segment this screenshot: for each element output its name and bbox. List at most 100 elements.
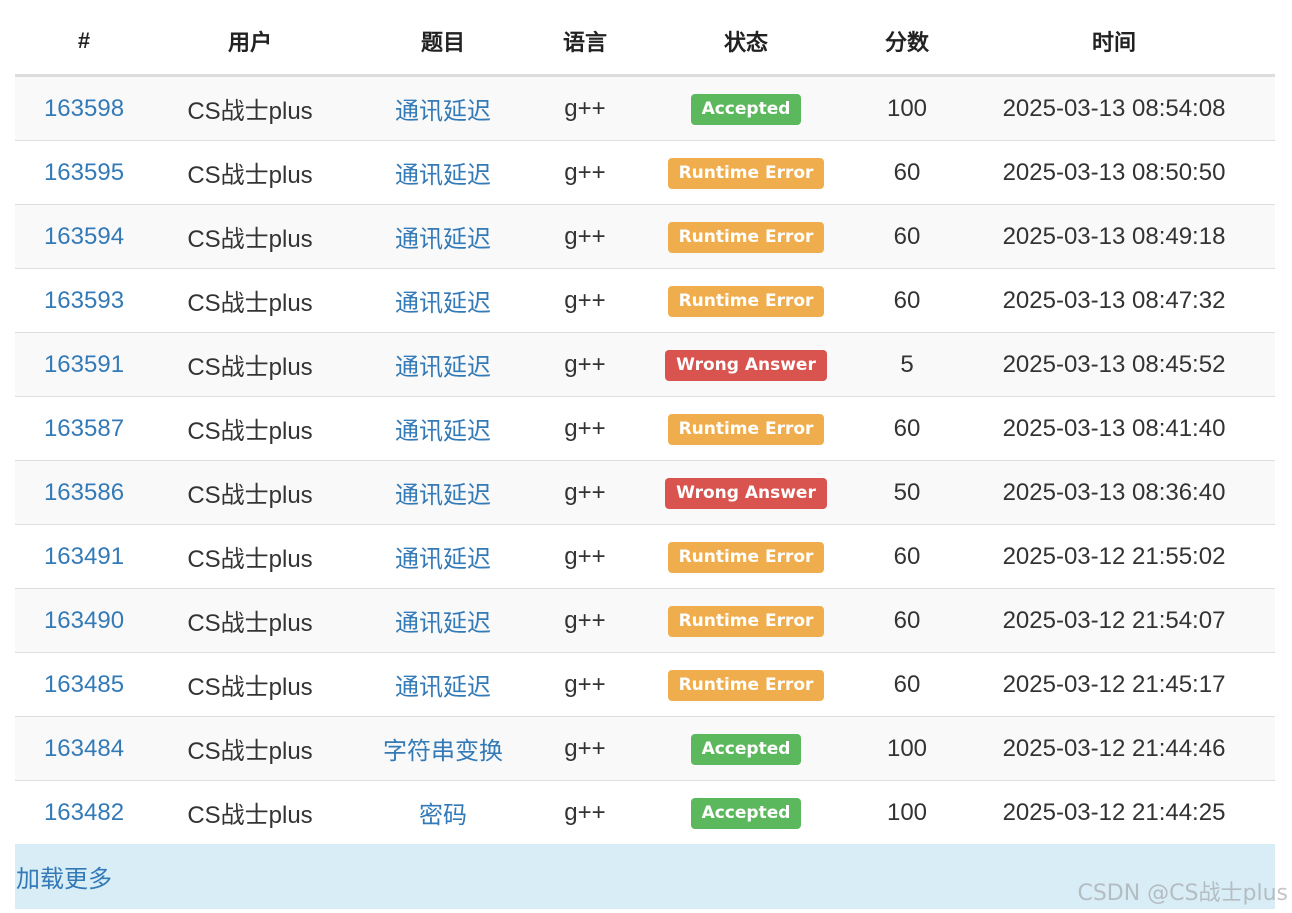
submission-id-link[interactable]: 163591 <box>44 351 124 378</box>
user-cell: CS战士plus <box>187 162 313 189</box>
problem-link[interactable]: 通讯延迟 <box>395 610 491 637</box>
user-cell: CS战士plus <box>187 802 313 829</box>
score-cell: 60 <box>893 414 921 442</box>
submission-id-link[interactable]: 163485 <box>44 671 124 698</box>
problem-link[interactable]: 密码 <box>419 802 467 829</box>
score-cell: 60 <box>893 158 921 186</box>
score-cell: 100 <box>886 94 928 122</box>
table-row: 163598 CS战士plus 通讯延迟 g++ Accepted 100 2025-03-… <box>15 75 1275 141</box>
user-cell: CS战士plus <box>187 226 313 253</box>
submission-id-link[interactable]: 163598 <box>44 95 124 122</box>
time-cell: 2025-03-12 21:44:46 <box>1002 734 1226 762</box>
time-cell: 2025-03-13 08:49:18 <box>1002 222 1226 250</box>
time-cell: 2025-03-12 21:55:02 <box>1002 542 1226 570</box>
col-header-problem: 题目 <box>347 8 539 77</box>
problem-link[interactable]: 通讯延迟 <box>395 418 491 445</box>
score-cell: 60 <box>893 606 921 634</box>
language-cell: g++ <box>564 798 606 826</box>
user-cell: CS战士plus <box>187 354 313 381</box>
problem-link[interactable]: 通讯延迟 <box>395 290 491 317</box>
status-badge: Runtime Error <box>667 605 825 637</box>
time-cell: 2025-03-13 08:50:50 <box>1002 158 1226 186</box>
language-cell: g++ <box>564 158 606 186</box>
status-badge: Accepted <box>690 93 802 125</box>
submissions-table: # 用户 题目 语言 状态 分数 时间 163598 CS战士plus 通讯延迟 g+… <box>15 8 1275 909</box>
table-row: 163587 CS战士plus 通讯延迟 g++ Runtime Error 60 2025… <box>15 396 1275 461</box>
time-cell: 2025-03-13 08:54:08 <box>1002 94 1226 122</box>
time-cell: 2025-03-12 21:54:07 <box>1002 606 1226 634</box>
submission-id-link[interactable]: 163484 <box>44 735 124 762</box>
problem-link[interactable]: 字符串变换 <box>383 738 503 765</box>
table-row: 163586 CS战士plus 通讯延迟 g++ Wrong Answer 50 2025-… <box>15 460 1275 525</box>
problem-link[interactable]: 通讯延迟 <box>395 482 491 509</box>
problem-link[interactable]: 通讯延迟 <box>395 226 491 253</box>
table-row: 163491 CS战士plus 通讯延迟 g++ Runtime Error 60 2025… <box>15 524 1275 589</box>
submission-id-link[interactable]: 163491 <box>44 543 124 570</box>
status-badge: Wrong Answer <box>665 477 827 509</box>
user-cell: CS战士plus <box>187 610 313 637</box>
time-cell: 2025-03-12 21:45:17 <box>1002 670 1226 698</box>
table-row: 163591 CS战士plus 通讯延迟 g++ Wrong Answer 5 2025-0… <box>15 332 1275 397</box>
col-header-id: # <box>15 8 153 77</box>
time-cell: 2025-03-12 21:44:25 <box>1002 798 1226 826</box>
time-cell: 2025-03-13 08:41:40 <box>1002 414 1226 442</box>
user-cell: CS战士plus <box>187 98 313 125</box>
problem-link[interactable]: 通讯延迟 <box>395 98 491 125</box>
submission-id-link[interactable]: 163587 <box>44 415 124 442</box>
status-badge: Accepted <box>690 733 802 765</box>
col-header-language: 语言 <box>539 8 631 77</box>
watermark: CSDN @CS战士plus <box>1077 881 1288 906</box>
user-cell: CS战士plus <box>187 418 313 445</box>
problem-link[interactable]: 通讯延迟 <box>395 162 491 189</box>
score-cell: 100 <box>886 734 928 762</box>
time-cell: 2025-03-13 08:47:32 <box>1002 286 1226 314</box>
user-cell: CS战士plus <box>187 482 313 509</box>
language-cell: g++ <box>564 542 606 570</box>
col-header-user: 用户 <box>153 8 347 77</box>
status-badge: Runtime Error <box>667 285 825 317</box>
score-cell: 60 <box>893 286 921 314</box>
status-badge: Accepted <box>690 797 802 829</box>
score-cell: 50 <box>893 478 921 506</box>
problem-link[interactable]: 通讯延迟 <box>395 546 491 573</box>
col-header-time: 时间 <box>953 8 1275 77</box>
submission-id-link[interactable]: 163594 <box>44 223 124 250</box>
submission-id-link[interactable]: 163490 <box>44 607 124 634</box>
table-header-row: # 用户 题目 语言 状态 分数 时间 <box>15 8 1275 77</box>
table-row: 163484 CS战士plus 字符串变换 g++ Accepted 100 2025-03… <box>15 716 1275 781</box>
score-cell: 60 <box>893 670 921 698</box>
language-cell: g++ <box>564 670 606 698</box>
language-cell: g++ <box>564 606 606 634</box>
submission-id-link[interactable]: 163593 <box>44 287 124 314</box>
user-cell: CS战士plus <box>187 290 313 317</box>
language-cell: g++ <box>564 222 606 250</box>
col-header-score: 分数 <box>861 8 953 77</box>
language-cell: g++ <box>564 414 606 442</box>
time-cell: 2025-03-13 08:36:40 <box>1002 478 1226 506</box>
submission-id-link[interactable]: 163482 <box>44 799 124 826</box>
table-row: 163482 CS战士plus 密码 g++ Accepted 100 2025-03-12… <box>15 780 1275 844</box>
table-row: 163485 CS战士plus 通讯延迟 g++ Runtime Error 60 2025… <box>15 652 1275 717</box>
submission-id-link[interactable]: 163595 <box>44 159 124 186</box>
problem-link[interactable]: 通讯延迟 <box>395 674 491 701</box>
time-cell: 2025-03-13 08:45:52 <box>1002 350 1226 378</box>
score-cell: 60 <box>893 542 921 570</box>
table-row: 163595 CS战士plus 通讯延迟 g++ Runtime Error 60 2025… <box>15 140 1275 205</box>
table-row: 163593 CS战士plus 通讯延迟 g++ Runtime Error 60 2025… <box>15 268 1275 333</box>
language-cell: g++ <box>564 734 606 762</box>
language-cell: g++ <box>564 478 606 506</box>
submission-id-link[interactable]: 163586 <box>44 479 124 506</box>
col-header-status: 状态 <box>631 8 861 77</box>
user-cell: CS战士plus <box>187 738 313 765</box>
problem-link[interactable]: 通讯延迟 <box>395 354 491 381</box>
score-cell: 5 <box>900 350 914 378</box>
status-badge: Runtime Error <box>667 157 825 189</box>
score-cell: 60 <box>893 222 921 250</box>
language-cell: g++ <box>564 350 606 378</box>
language-cell: g++ <box>564 286 606 314</box>
user-cell: CS战士plus <box>187 546 313 573</box>
status-badge: Runtime Error <box>667 413 825 445</box>
status-badge: Runtime Error <box>667 541 825 573</box>
status-badge: Wrong Answer <box>665 349 827 381</box>
language-cell: g++ <box>564 94 606 122</box>
